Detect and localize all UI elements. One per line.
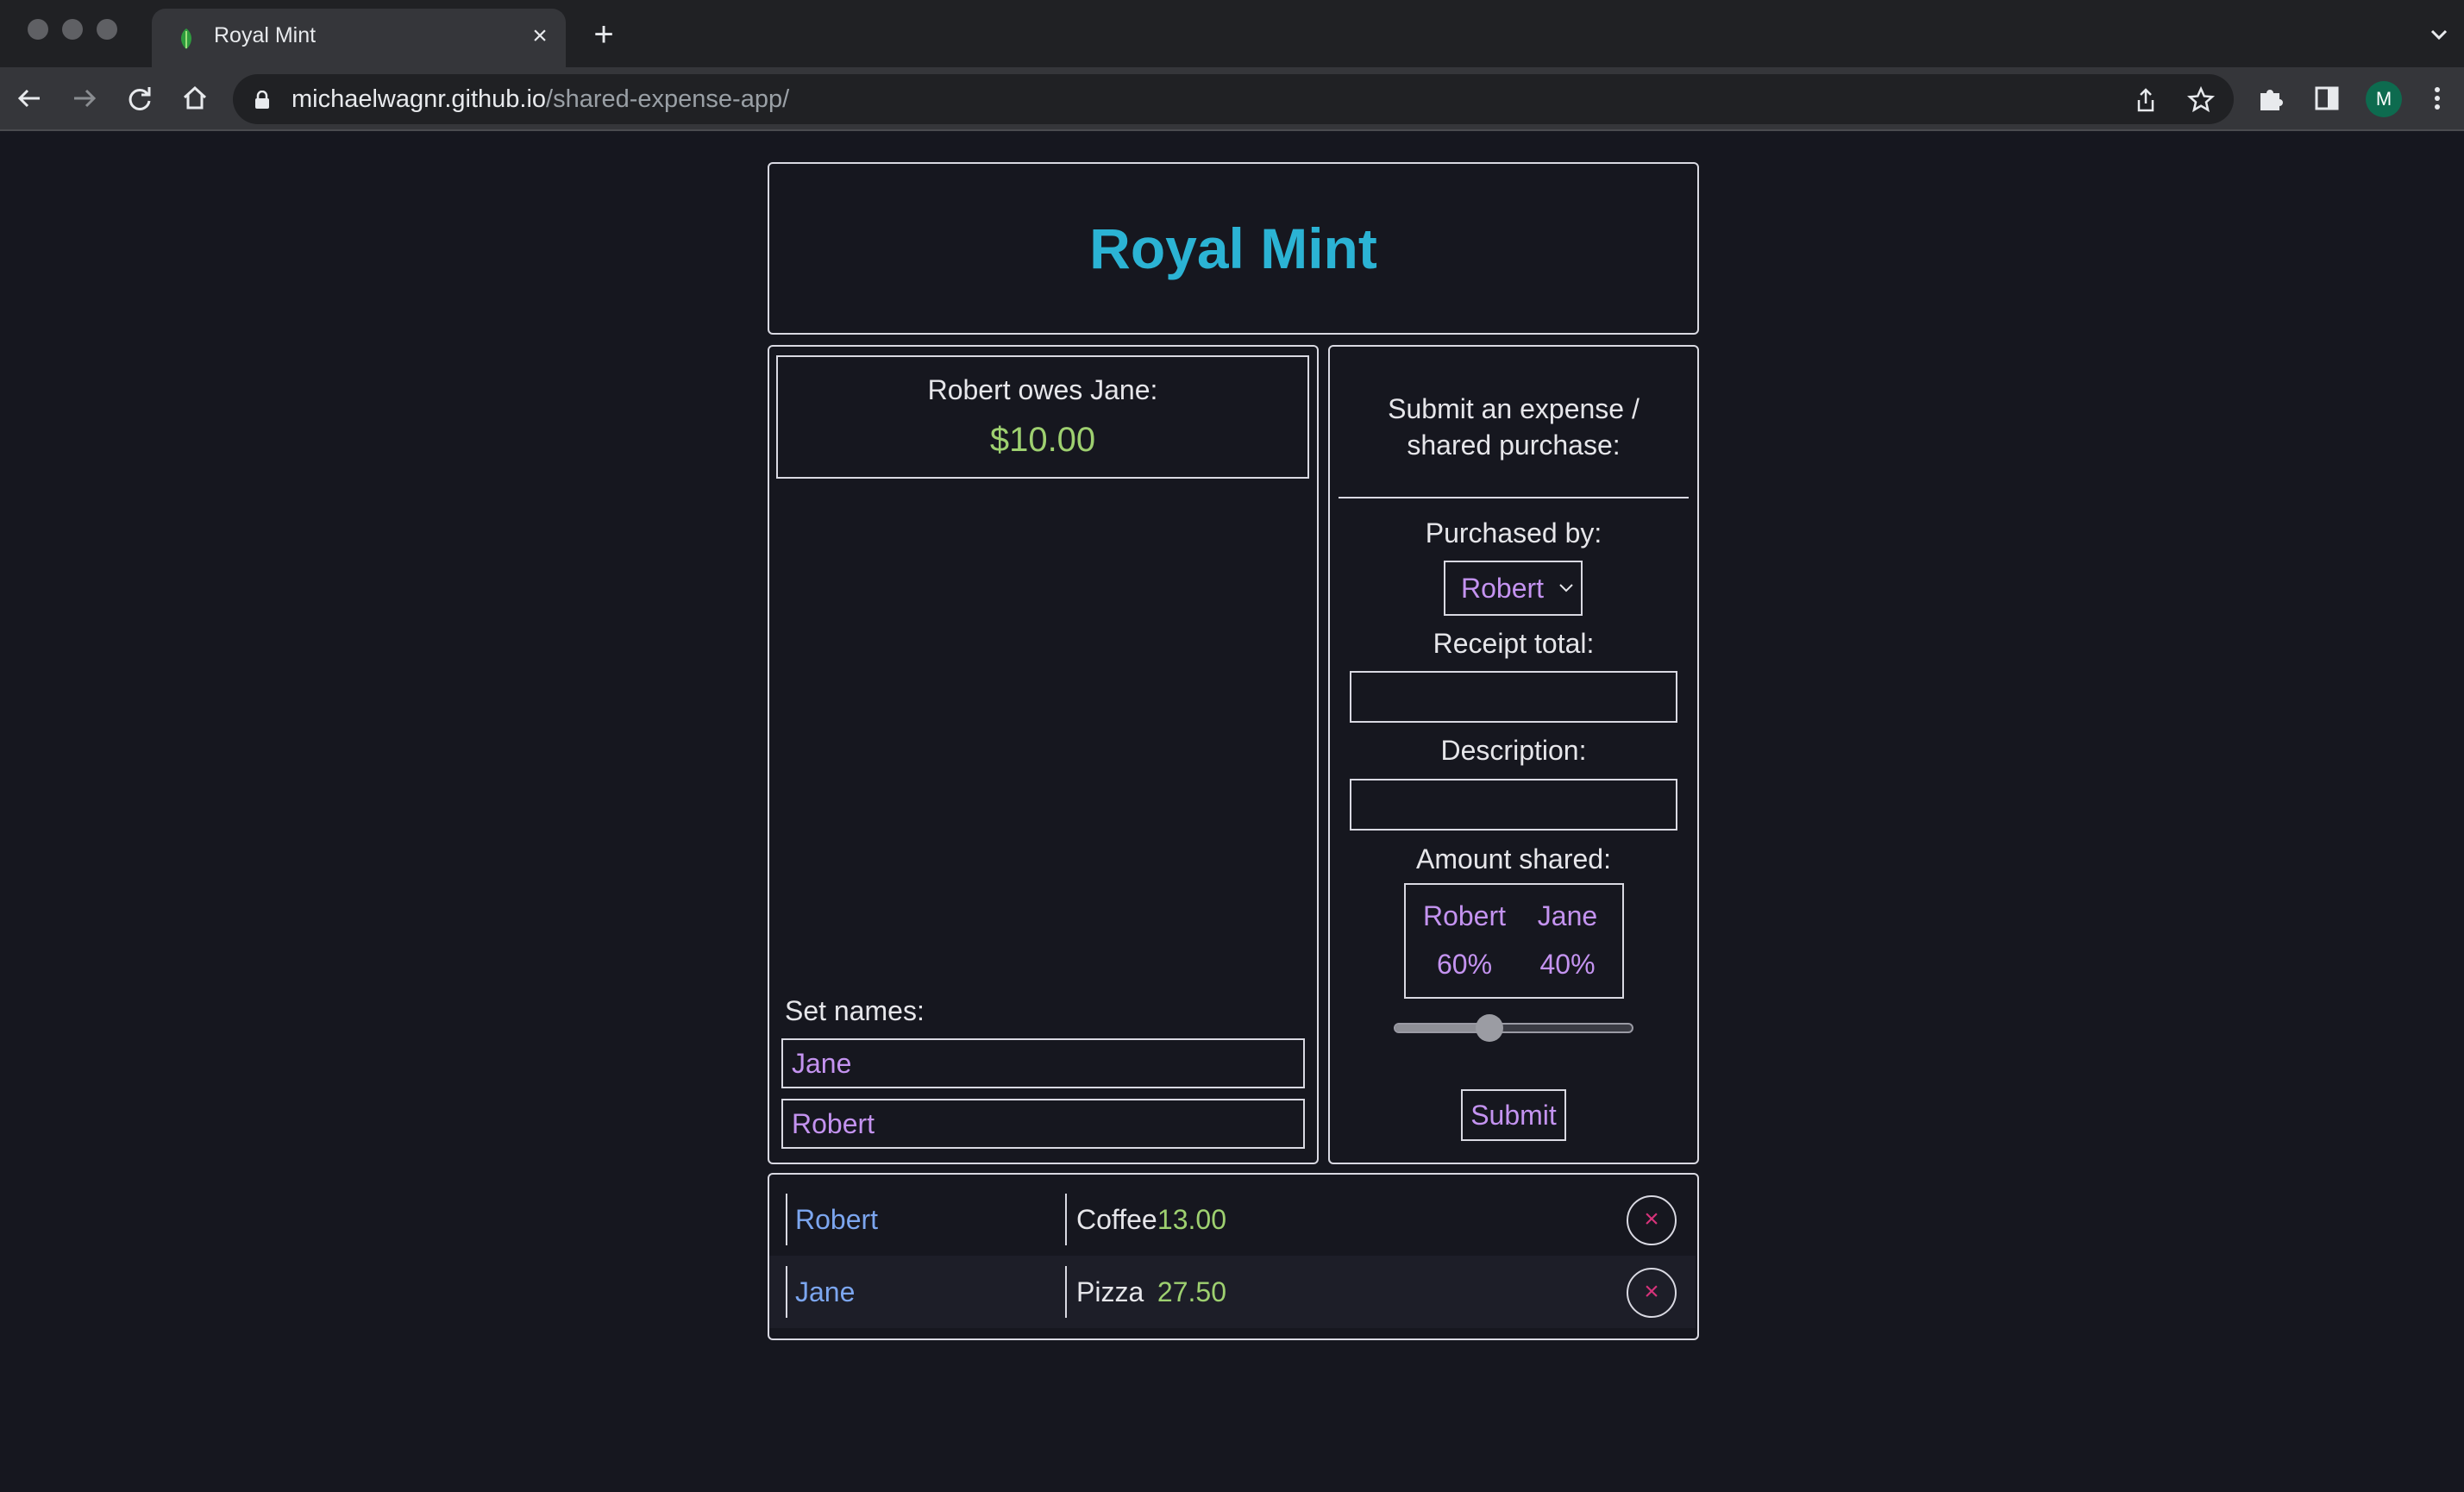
chevron-down-icon[interactable] [2422, 17, 2456, 52]
header-panel: Royal Mint [768, 162, 1699, 335]
expense-description: Coffee [1076, 1204, 1157, 1235]
set-names-label: Set names: [785, 995, 925, 1026]
form-divider [1339, 497, 1689, 498]
chevron-down-icon [1559, 584, 1573, 592]
share-percent-1: 60% [1436, 949, 1493, 980]
share-split-box: Robert Jane 60% 40% [1404, 883, 1624, 999]
row-divider [786, 1266, 787, 1318]
side-panel-icon[interactable] [2310, 81, 2344, 116]
lock-icon[interactable] [254, 91, 271, 110]
submit-button[interactable]: Submit [1461, 1089, 1566, 1141]
purchased-by-label: Purchased by: [1425, 517, 1602, 549]
new-tab-icon[interactable]: + [586, 17, 621, 52]
description-input[interactable] [1350, 779, 1677, 831]
expense-payer: Jane [795, 1276, 856, 1307]
url-text[interactable]: michaelwagnr.github.io/shared-expense-ap… [292, 74, 789, 124]
forward-icon[interactable] [66, 79, 103, 117]
share-percent-2: 40% [1539, 949, 1596, 980]
home-icon[interactable] [176, 79, 214, 117]
table-row: Robert 13.00 Coffee × [769, 1183, 1696, 1256]
amount-shared-label: Amount shared: [1416, 843, 1611, 875]
share-slider-thumb[interactable] [1476, 1014, 1504, 1042]
browser-tab-bar: Royal Mint × + [0, 0, 2464, 67]
balance-label: Robert owes Jane: [927, 374, 1158, 405]
tab-close-icon[interactable]: × [526, 22, 554, 50]
more-menu-icon[interactable] [2420, 81, 2455, 116]
delete-expense-button[interactable]: × [1627, 1268, 1677, 1318]
profile-avatar[interactable]: M [2366, 81, 2402, 117]
minimize-window-icon[interactable] [62, 19, 83, 40]
bookmark-star-icon[interactable] [2185, 85, 2216, 116]
mint-leaf-icon [181, 28, 191, 49]
browser-tab[interactable]: Royal Mint × [152, 9, 566, 67]
purchased-by-value: Robert [1461, 573, 1545, 604]
address-bar[interactable]: michaelwagnr.github.io/shared-expense-ap… [233, 74, 2234, 124]
balance-amount: $10.00 [989, 421, 1096, 459]
browser-toolbar: michaelwagnr.github.io/shared-expense-ap… [0, 67, 2464, 131]
purchased-by-select[interactable]: Robert [1444, 561, 1583, 616]
delete-expense-button[interactable]: × [1627, 1195, 1677, 1245]
name-field-1[interactable] [781, 1038, 1305, 1088]
tab-title: Royal Mint [214, 23, 317, 47]
row-divider [786, 1194, 787, 1245]
row-divider [1065, 1266, 1067, 1318]
app-title: Royal Mint [1089, 216, 1377, 280]
form-heading-line1: Submit an expense / [1388, 393, 1640, 424]
share-name-1: Robert [1422, 900, 1507, 931]
receipt-total-label: Receipt total: [1433, 628, 1595, 659]
back-icon[interactable] [10, 79, 48, 117]
maximize-window-icon[interactable] [97, 19, 117, 40]
form-heading-line2: shared purchase: [1407, 429, 1621, 461]
reload-icon[interactable] [121, 79, 159, 117]
name-field-2[interactable] [781, 1099, 1305, 1149]
share-name-2: Jane [1537, 900, 1598, 931]
receipt-total-input[interactable] [1350, 671, 1677, 723]
extensions-icon[interactable] [2254, 81, 2288, 116]
share-slider-track[interactable] [1394, 1023, 1633, 1033]
balance-box: Robert owes Jane: $10.00 [776, 355, 1309, 479]
share-icon[interactable] [2130, 85, 2161, 116]
expense-payer: Robert [795, 1204, 879, 1235]
table-row: Jane 27.50 Pizza × [769, 1256, 1696, 1328]
description-label: Description: [1440, 735, 1587, 766]
row-divider [1065, 1194, 1067, 1245]
close-window-icon[interactable] [28, 19, 48, 40]
expense-description: Pizza [1076, 1276, 1144, 1307]
